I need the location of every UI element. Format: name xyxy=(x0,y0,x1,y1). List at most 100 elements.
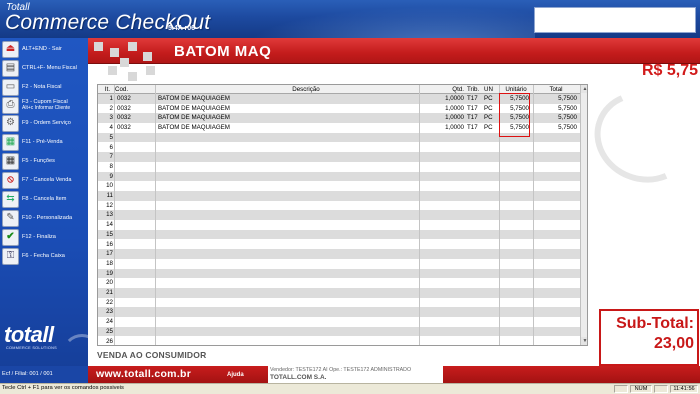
totall-logo: totall xyxy=(4,322,54,347)
sidebar-item-label: F6 - Fecha Caixa xyxy=(22,252,65,259)
sidebar-item-label: F9 - Ordem Serviço xyxy=(22,119,71,126)
table-row[interactable]: 4 0032 BATOM DE MAQUIAGEM 1,0000 T17 PC 5,7500… xyxy=(98,123,580,133)
table-row[interactable]: 20 xyxy=(98,278,580,288)
presale-icon: ▦ xyxy=(2,133,19,151)
col-header-un: UN xyxy=(484,86,493,93)
cell-qtd: 1,0000 xyxy=(445,124,464,132)
receipt-icon: ⎙ xyxy=(2,96,19,114)
sidebar-item-menu-fiscal[interactable]: ▤ CTRL+F- Menu Fiscal xyxy=(2,59,88,77)
cell-it: 7 xyxy=(109,153,113,161)
table-row[interactable]: 19 xyxy=(98,268,580,279)
sidebar-item-label: F5 - Funções xyxy=(22,157,55,164)
header-input-box[interactable] xyxy=(534,7,696,33)
sidebar-item-label: ALT+END - Sair xyxy=(22,45,62,52)
table-row[interactable]: 10 xyxy=(98,181,580,191)
cell-unit: 5,7500 xyxy=(510,114,529,122)
sidebar-item-cancela-venda[interactable]: ⦸ F7 - Cancela Venda xyxy=(2,171,88,189)
cell-it: 25 xyxy=(106,327,113,335)
header-swoosh xyxy=(215,0,535,38)
table-row[interactable]: 21 xyxy=(98,288,580,298)
sidebar-item-sair[interactable]: ⏏ ALT+END - Sair xyxy=(2,40,88,58)
product-title: BATOM MAQ xyxy=(174,43,272,60)
cell-unit: 5,7500 xyxy=(510,124,529,132)
sidebar-item-personalizada[interactable]: ✎ F10 - Personalizada xyxy=(2,209,88,227)
cell-un: PC xyxy=(484,95,493,102)
cell-desc: BATOM DE MAQUIAGEM xyxy=(158,114,230,122)
invoice-icon: ▭ xyxy=(2,78,19,96)
table-row[interactable]: 2 0032 BATOM DE MAQUIAGEM 1,0000 T17 PC 5,7500… xyxy=(98,103,580,114)
table-row[interactable]: 12 xyxy=(98,200,580,211)
table-row[interactable]: 1 0032 BATOM DE MAQUIAGEM 1,0000 T17 PC 5,7500… xyxy=(98,94,580,104)
checkmark-icon: ✔ xyxy=(2,228,19,246)
cell-total: 5,7500 xyxy=(558,114,577,122)
sidebar-item-label: F3 - Cupom Fiscal xyxy=(22,98,68,105)
table-row[interactable]: 5 xyxy=(98,132,580,143)
table-row[interactable]: 7 xyxy=(98,152,580,162)
sidebar-item-label: F12 - Finaliza xyxy=(22,233,56,240)
sidebar-item-nota-fiscal[interactable]: ▭ F2 - Nota Fiscal xyxy=(2,78,88,96)
sidebar-item-fecha-caixa[interactable]: ⚿ F6 - Fecha Caixa xyxy=(2,247,88,265)
cell-un: PC xyxy=(484,104,493,112)
cell-it: 15 xyxy=(106,230,113,238)
table-row[interactable]: 15 xyxy=(98,229,580,240)
table-row[interactable]: 25 xyxy=(98,326,580,337)
items-table[interactable]: It. Cod. Descrição Qtd. Trib. UN Unitári… xyxy=(97,84,588,346)
sidebar-item-pre-venda[interactable]: ▦ F11 - Pré-Venda xyxy=(2,133,88,151)
sidebar-item-ordem-servico[interactable]: ⚙ F9 - Ordem Serviço xyxy=(2,114,88,132)
product-title-bar: BATOM MAQ xyxy=(88,38,700,67)
scroll-up-icon[interactable]: ▲ xyxy=(581,85,587,93)
table-row[interactable]: 24 xyxy=(98,317,580,327)
totall-logo-subtitle: COMMERCE SOLUTIONS xyxy=(6,346,57,350)
col-header-descricao: Descrição xyxy=(292,86,320,93)
cell-total: 5,7500 xyxy=(558,124,577,132)
cell-trib: T17 xyxy=(467,124,478,132)
table-row[interactable]: 26 xyxy=(98,336,580,345)
table-row[interactable]: 23 xyxy=(98,307,580,318)
table-row[interactable]: 6 xyxy=(98,142,580,153)
subtotal-value: 23,00 xyxy=(653,335,694,352)
cell-unit: 5,7500 xyxy=(510,104,529,112)
col-header-it: It. xyxy=(104,86,111,93)
table-row[interactable]: 18 xyxy=(98,258,580,269)
sidebar-item-label: CTRL+F- Menu Fiscal xyxy=(22,64,77,71)
cell-qtd: 1,0000 xyxy=(445,114,464,122)
scroll-down-icon[interactable]: ▼ xyxy=(581,337,587,345)
table-row[interactable]: 9 xyxy=(98,171,580,182)
table-row[interactable]: 14 xyxy=(98,220,580,230)
cell-it: 10 xyxy=(106,182,113,190)
decoration-square xyxy=(128,42,137,51)
table-row[interactable]: 11 xyxy=(98,191,580,201)
cell-it: 23 xyxy=(106,308,113,316)
cancel-item-icon: ⇆ xyxy=(2,190,19,208)
sidebar-item-funcoes[interactable]: ▦ F5 - Funções xyxy=(2,152,88,170)
col-header-unitario: Unitário xyxy=(505,86,527,93)
cell-it: 1 xyxy=(109,95,113,102)
table-row[interactable]: 8 xyxy=(98,161,580,172)
sale-type-label: VENDA AO CONSUMIDOR xyxy=(97,350,207,360)
decoration-square xyxy=(94,42,103,51)
table-header: It. Cod. Descrição Qtd. Trib. UN Unitári… xyxy=(98,85,580,94)
column-divider xyxy=(533,85,534,345)
decoration-square xyxy=(110,48,119,57)
table-row[interactable]: 22 xyxy=(98,297,580,308)
sidebar-item-finaliza[interactable]: ✔ F12 - Finaliza xyxy=(2,228,88,246)
table-row[interactable]: 13 xyxy=(98,210,580,221)
help-button[interactable]: Ajuda xyxy=(227,372,244,378)
table-scrollbar[interactable]: ▲ ▼ xyxy=(580,85,587,345)
cell-total: 5,7500 xyxy=(558,95,577,102)
cell-it: 18 xyxy=(106,259,113,267)
decoration-square xyxy=(128,72,137,81)
tools-icon: ✎ xyxy=(2,209,19,227)
cell-qtd: 1,0000 xyxy=(445,95,464,102)
table-row[interactable]: 3 0032 BATOM DE MAQUIAGEM 1,0000 T17 PC 5,7500… xyxy=(98,113,580,124)
cell-it: 13 xyxy=(106,211,113,219)
website-link[interactable]: www.totall.com.br xyxy=(96,368,191,380)
sidebar-item-label: F2 - Nota Fiscal xyxy=(22,83,62,90)
sidebar-item-cancela-item[interactable]: ⇆ F8 - Cancela Item xyxy=(2,190,88,208)
table-row[interactable]: 17 xyxy=(98,249,580,259)
cell-desc: BATOM DE MAQUIAGEM xyxy=(158,124,230,132)
cell-it: 21 xyxy=(106,289,113,296)
table-row[interactable]: 16 xyxy=(98,239,580,250)
sidebar-item-cupom-fiscal[interactable]: ⎙ F3 - Cupom Fiscal Alt+c Informar Clien… xyxy=(2,96,88,114)
status-pane-empty xyxy=(614,385,628,393)
